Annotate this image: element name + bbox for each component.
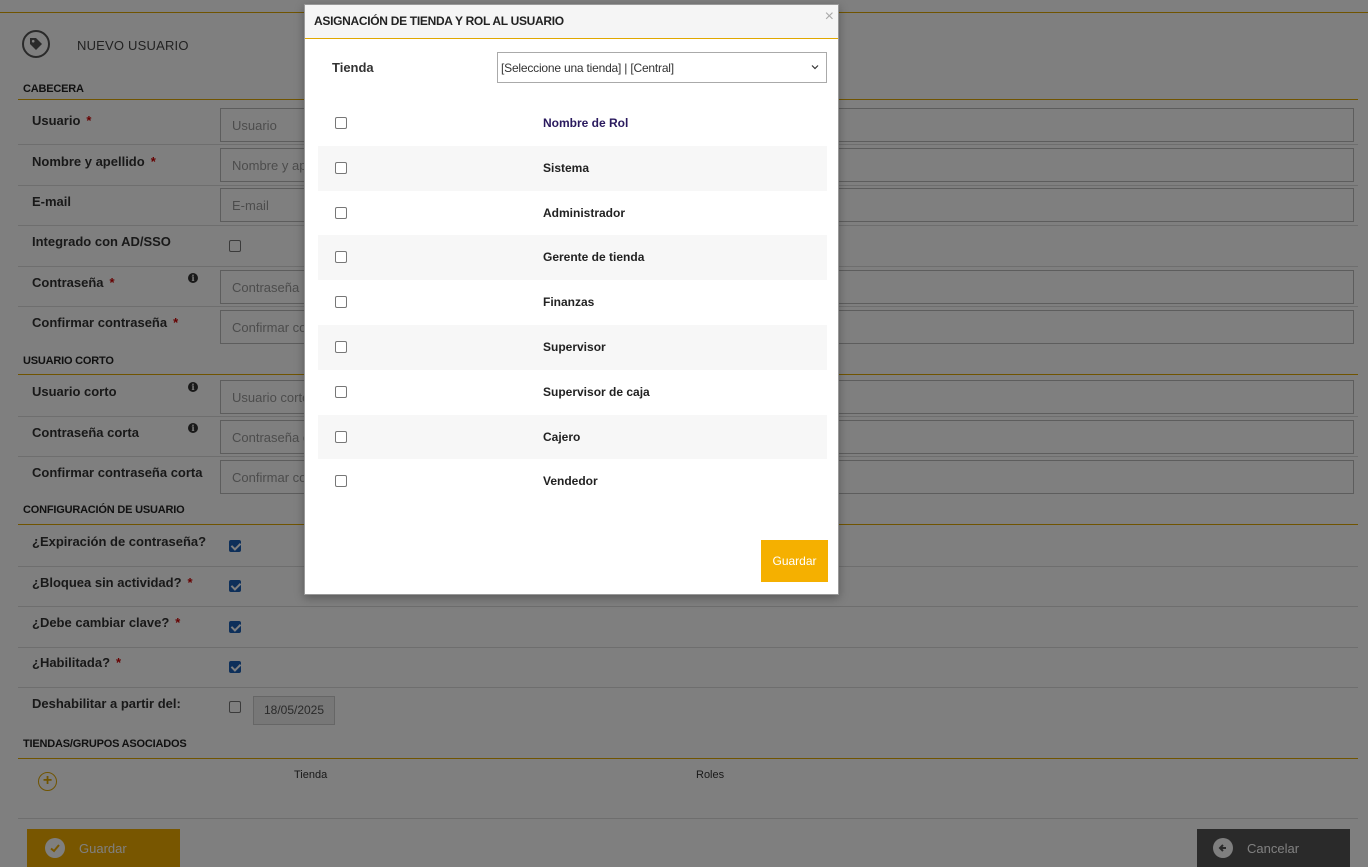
role-name: Sistema bbox=[543, 160, 590, 175]
role-checkbox[interactable] bbox=[335, 385, 347, 398]
role-row-cajero: Cajero bbox=[318, 414, 827, 460]
role-row-finanzas: Finanzas bbox=[318, 280, 827, 325]
roles-header-row: Nombre de Rol bbox=[318, 101, 827, 146]
role-name: Supervisor de caja bbox=[543, 384, 650, 399]
modal-save-button[interactable]: Guardar bbox=[761, 540, 828, 582]
role-name: Vendedor bbox=[543, 474, 598, 489]
role-checkbox[interactable] bbox=[335, 340, 347, 353]
role-name: Finanzas bbox=[543, 295, 595, 310]
role-name: Supervisor bbox=[543, 339, 606, 354]
role-name: Gerente de tienda bbox=[543, 250, 645, 265]
role-checkbox[interactable] bbox=[335, 206, 347, 219]
role-checkbox[interactable] bbox=[335, 161, 347, 174]
role-name: Cajero bbox=[543, 429, 581, 444]
role-checkbox[interactable] bbox=[335, 475, 347, 488]
role-checkbox[interactable] bbox=[335, 251, 347, 264]
assign-store-role-modal: ASIGNACIÓN DE TIENDA Y ROL AL USUARIO × … bbox=[304, 4, 839, 595]
roles-list: Nombre de Rol Sistema Administrador Gere… bbox=[318, 101, 827, 504]
select-all-roles-checkbox[interactable] bbox=[335, 117, 347, 129]
role-row-administrador: Administrador bbox=[318, 191, 827, 236]
roles-header-label: Nombre de Rol bbox=[543, 116, 629, 130]
role-row-supervisor: Supervisor bbox=[318, 324, 827, 370]
store-select[interactable]: [Seleccione una tienda] | [Central] bbox=[497, 52, 827, 83]
role-checkbox[interactable] bbox=[335, 430, 347, 443]
role-row-vendedor: Vendedor bbox=[318, 459, 827, 504]
modal-title: ASIGNACIÓN DE TIENDA Y ROL AL USUARIO bbox=[314, 14, 564, 28]
store-label: Tienda bbox=[332, 60, 374, 75]
modal-header: ASIGNACIÓN DE TIENDA Y ROL AL USUARIO × bbox=[305, 5, 838, 39]
store-select-value: [Seleccione una tienda] | [Central] bbox=[501, 60, 674, 75]
role-row-supervisor-caja: Supervisor de caja bbox=[318, 370, 827, 415]
role-checkbox[interactable] bbox=[335, 296, 347, 309]
role-row-gerente: Gerente de tienda bbox=[318, 235, 827, 281]
chevron-down-icon bbox=[811, 65, 819, 70]
role-name: Administrador bbox=[543, 205, 626, 220]
close-icon[interactable]: × bbox=[825, 9, 834, 25]
role-row-sistema: Sistema bbox=[318, 145, 827, 191]
